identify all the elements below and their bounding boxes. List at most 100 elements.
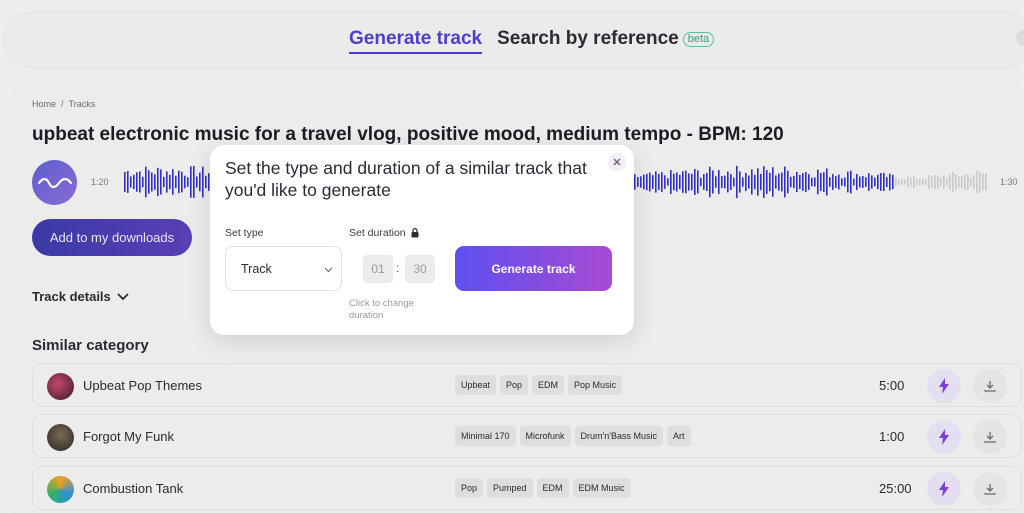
list-item[interactable]: Combustion Tank Pop Pumped EDM EDM Music… xyxy=(32,466,1022,510)
breadcrumb-tracks[interactable]: Tracks xyxy=(69,99,96,109)
track-name: Upbeat Pop Themes xyxy=(83,378,202,393)
download-button[interactable] xyxy=(973,420,1007,454)
waveform-bar xyxy=(190,166,192,198)
waveform-bar xyxy=(850,170,852,194)
waveform-bar xyxy=(172,169,174,195)
waveform-bar xyxy=(946,178,948,186)
list-item[interactable]: Upbeat Pop Themes Upbeat Pop EDM Pop Mus… xyxy=(32,363,1022,407)
waveform-bar xyxy=(748,175,750,189)
waveform-bar xyxy=(151,172,153,192)
track-details-toggle[interactable]: Track details xyxy=(32,289,129,304)
waveform-bar xyxy=(856,174,858,190)
generate-similar-button[interactable] xyxy=(927,369,961,403)
tab-generate-track[interactable]: Generate track xyxy=(349,28,483,54)
waveform-bar xyxy=(916,179,918,185)
tag[interactable]: EDM xyxy=(532,375,565,395)
waveform-bar xyxy=(706,172,708,192)
tag[interactable]: EDM Music xyxy=(572,478,631,498)
waveform-bar xyxy=(940,177,942,187)
waveform-bar xyxy=(658,173,660,191)
type-select-value: Track xyxy=(241,262,272,276)
list-item[interactable]: Forgot My Funk Minimal 170 Microfunk Dru… xyxy=(32,414,1022,458)
duration-hint: Click to change duration xyxy=(349,298,414,321)
generate-similar-button[interactable] xyxy=(927,472,961,506)
tag[interactable]: Drum'n'Bass Music xyxy=(574,426,663,446)
waveform-bar xyxy=(799,174,801,190)
waveform-bar xyxy=(718,170,720,194)
waveform-bar xyxy=(127,171,129,193)
type-select[interactable]: Track xyxy=(225,246,342,291)
waveform-bar xyxy=(922,178,924,186)
track-cover xyxy=(47,373,74,400)
dialog-title: Set the type and duration of a similar t… xyxy=(225,158,587,200)
tag[interactable]: Pop xyxy=(455,478,484,498)
waveform-bar xyxy=(154,174,156,190)
waveform-bar xyxy=(712,170,714,194)
waveform-bar xyxy=(889,173,891,191)
tag[interactable]: Pumped xyxy=(487,478,533,498)
seconds-field[interactable]: 30 xyxy=(405,255,435,283)
track-name: Forgot My Funk xyxy=(83,429,175,444)
waveform-bar xyxy=(772,167,774,197)
minutes-field[interactable]: 01 xyxy=(363,255,393,283)
waveform-bar xyxy=(943,175,945,189)
lightning-icon xyxy=(939,429,949,445)
waveform-bar xyxy=(985,173,987,191)
waveform-bar xyxy=(727,171,729,193)
waveform-bar xyxy=(874,177,876,187)
breadcrumb-home[interactable]: Home xyxy=(32,99,56,109)
waveform-bar xyxy=(682,171,684,193)
tag[interactable]: Microfunk xyxy=(519,426,571,446)
tag[interactable]: Upbeat xyxy=(455,375,497,395)
waveform-bar xyxy=(181,171,183,193)
waveform-bar xyxy=(766,170,768,194)
waveform-bar xyxy=(886,177,888,187)
chevron-down-icon xyxy=(117,292,129,300)
waveform-bar xyxy=(805,171,807,193)
lock-icon xyxy=(411,228,419,238)
download-button[interactable] xyxy=(973,472,1007,506)
waveform-bar xyxy=(907,176,909,188)
add-to-downloads-button[interactable]: Add to my downloads xyxy=(32,219,192,256)
waveform-bar xyxy=(637,177,639,187)
profile-button[interactable] xyxy=(1016,30,1024,46)
tag[interactable]: EDM xyxy=(536,478,569,498)
waveform-bar xyxy=(808,174,810,190)
waveform-bar xyxy=(130,176,132,188)
download-button[interactable] xyxy=(973,369,1007,403)
waveform-bar xyxy=(694,168,696,196)
waveform-bar xyxy=(937,175,939,189)
page-title: upbeat electronic music for a travel vlo… xyxy=(32,124,784,145)
waveform-bar xyxy=(202,166,204,198)
tag[interactable]: Art xyxy=(667,426,691,446)
waveform-bar xyxy=(955,174,957,190)
close-button[interactable] xyxy=(608,153,626,171)
waveform-bar xyxy=(679,174,681,190)
waveform-bar xyxy=(721,175,723,189)
time-current: 1:20 xyxy=(91,177,109,187)
waveform-bar xyxy=(157,167,159,197)
generate-track-button[interactable]: Generate track xyxy=(455,246,612,291)
similar-category-heading: Similar category xyxy=(32,337,149,354)
play-pause-button[interactable] xyxy=(32,160,77,205)
waveform-bar xyxy=(178,170,180,194)
waveform-bar xyxy=(769,172,771,192)
generate-similar-button[interactable] xyxy=(927,420,961,454)
waveform-bar xyxy=(652,175,654,189)
tag[interactable]: Pop Music xyxy=(568,375,623,395)
track-details-label: Track details xyxy=(32,289,111,304)
waveform-bar xyxy=(643,174,645,190)
waveform-bar xyxy=(673,173,675,191)
waveform-bar xyxy=(787,170,789,194)
waveform-bar xyxy=(835,176,837,188)
tag[interactable]: Minimal 170 xyxy=(455,426,516,446)
tag[interactable]: Pop xyxy=(500,375,529,395)
waveform-bar xyxy=(931,176,933,188)
waveform-bar xyxy=(964,174,966,190)
waveform-bar xyxy=(763,166,765,198)
waveform-bar xyxy=(730,174,732,190)
waveform-bar xyxy=(871,175,873,189)
tab-search-by-reference[interactable]: Search by reference beta xyxy=(497,28,715,50)
waveform-bar xyxy=(736,165,738,199)
waveform-bar xyxy=(205,175,207,189)
